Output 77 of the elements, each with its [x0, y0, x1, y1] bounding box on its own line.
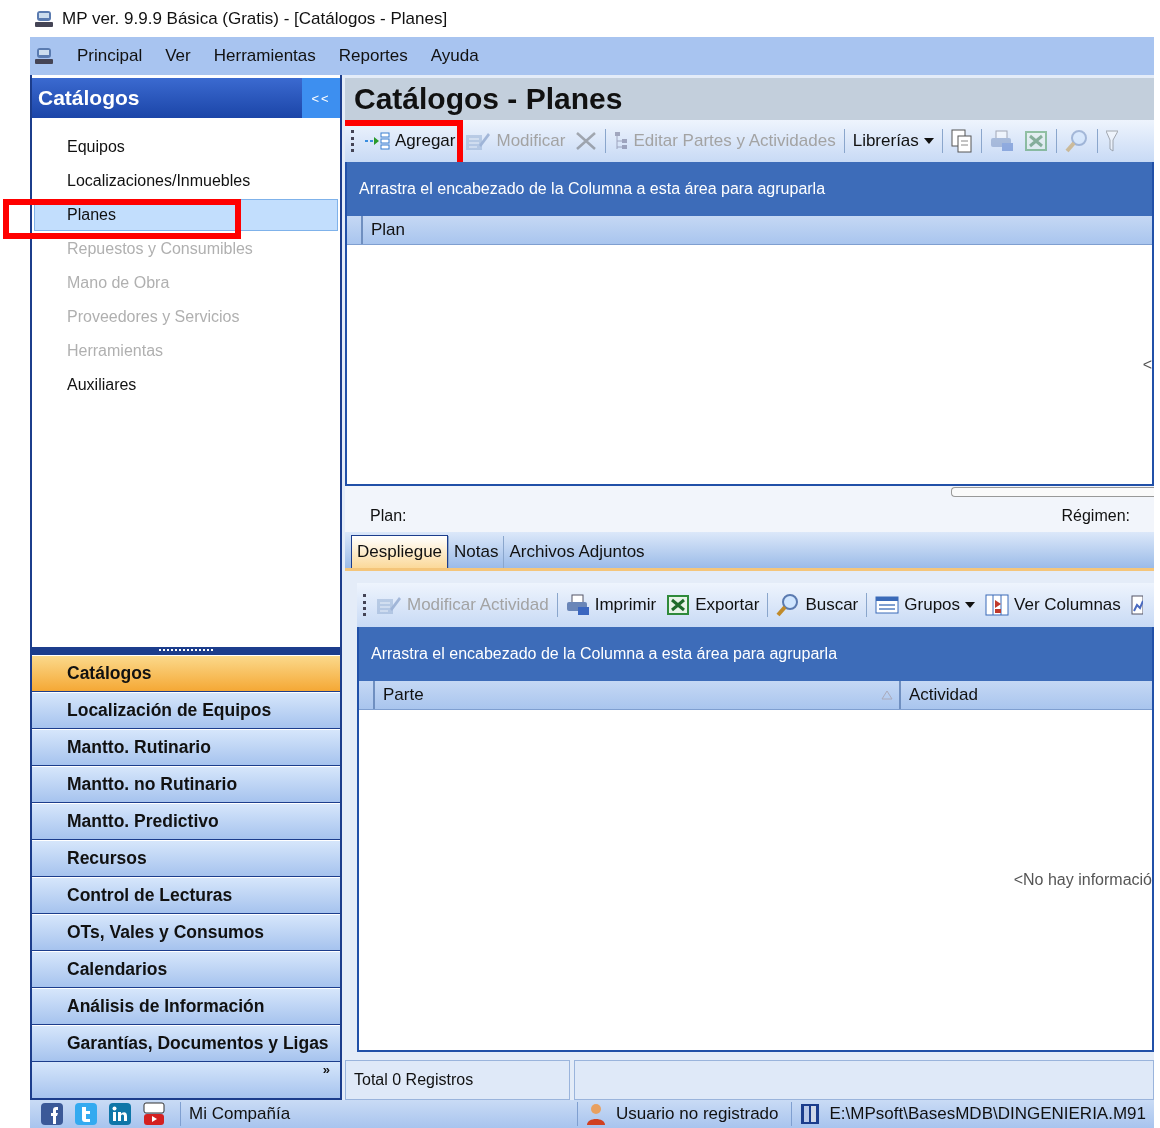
youtube-icon[interactable] [142, 1102, 166, 1126]
group-panel-hint: Arrastra el encabezado de la Columna a esta área para agruparla [347, 162, 1152, 216]
field-label: Plan: [370, 507, 407, 525]
sidebar-item[interactable]: Equipos [32, 130, 340, 164]
nav-button[interactable]: Control de Lecturas [32, 877, 340, 914]
nav-button[interactable]: Garantías, Documentos y Ligas [32, 1025, 340, 1062]
toolbar-button[interactable]: Buscar [774, 591, 861, 619]
toolbar-button[interactable]: Agregar [362, 129, 458, 153]
monitor-icon [34, 9, 54, 28]
edit-icon [465, 131, 492, 151]
twitter-icon[interactable] [74, 1102, 98, 1126]
nav-button[interactable]: OTs, Vales y Consumos [32, 914, 340, 951]
toolbar-grip [363, 594, 368, 616]
tab[interactable]: Archivos Adjuntos [503, 536, 650, 568]
nav-button[interactable]: Catálogos [32, 655, 340, 692]
menu-item[interactable]: Ayuda [430, 44, 479, 68]
toolbar-button[interactable]: Exportar [664, 592, 762, 618]
database-path: E:\MPsoft\BasesMDB\DINGENIERIA.M91 [829, 1104, 1146, 1124]
window-title: MP ver. 9.9.9 Básica (Gratis) - [Catálogos - Planes] [62, 8, 448, 29]
record-count: Total 0 Registros [345, 1060, 570, 1100]
column-header[interactable]: Actividad [899, 681, 978, 709]
column-header[interactable]: Plan [361, 216, 406, 244]
facebook-icon[interactable] [40, 1102, 64, 1126]
toolbar-grip [351, 130, 356, 152]
tree-icon [614, 131, 629, 151]
page-title: Catálogos - Planes [345, 78, 1154, 120]
sidebar-item[interactable]: Localizaciones/Inmuebles [32, 164, 340, 198]
tab[interactable]: Notas [448, 536, 504, 568]
nav-button[interactable]: Análisis de Información [32, 988, 340, 1025]
spreadsheet-icon [666, 594, 691, 616]
column-header[interactable]: Parte [373, 681, 899, 709]
user-status: Usuario no registrado [616, 1104, 779, 1124]
nav-button[interactable]: Calendarios [32, 951, 340, 988]
tab[interactable]: Despliegue [351, 535, 449, 568]
company-name: Mi Compañía [180, 1102, 573, 1126]
search-icon [1064, 129, 1089, 153]
chart-icon [1130, 593, 1143, 617]
add-icon [364, 132, 390, 150]
panel-title: Catálogos [37, 85, 141, 111]
spreadsheet-icon [1023, 130, 1048, 152]
monitor-icon [34, 47, 54, 65]
search-icon [776, 593, 801, 617]
menu-item[interactable]: Ver [165, 44, 191, 68]
nav-button[interactable]: Mantto. no Rutinario [32, 766, 340, 803]
scrollbar[interactable] [951, 487, 1154, 497]
printer-icon [989, 130, 1014, 152]
caret-icon [965, 602, 976, 608]
table-icon [875, 595, 900, 615]
caret-icon [923, 138, 934, 144]
splitter[interactable] [32, 647, 340, 655]
columns-icon [985, 594, 1010, 616]
copy-icon [950, 129, 973, 153]
more-button[interactable]: » [322, 1062, 330, 1098]
filter-icon [1105, 129, 1118, 153]
nav-button[interactable]: Recursos [32, 840, 340, 877]
sidebar-item[interactable]: Auxiliares [32, 368, 340, 402]
edit-icon [376, 595, 402, 615]
toolbar-button[interactable]: Ver Columnas [983, 592, 1123, 618]
linkedin-icon[interactable] [108, 1102, 132, 1126]
empty-message: < [1142, 355, 1152, 374]
nav-button[interactable]: Mantto. Rutinario [32, 729, 340, 766]
user-icon [586, 1103, 606, 1125]
empty-message: <No hay informació [1013, 871, 1152, 889]
close-icon [575, 131, 598, 151]
book-icon [799, 1103, 820, 1125]
field-label: Régimen: [1061, 507, 1130, 525]
menu-item[interactable]: Principal [77, 44, 143, 68]
toolbar-icon-button[interactable] [948, 127, 975, 155]
toolbar-button[interactable]: Grupos [873, 593, 978, 617]
toolbar-button[interactable]: Imprimir [563, 592, 659, 618]
nav-button[interactable]: Localización de Equipos [32, 692, 340, 729]
menu-item[interactable]: Herramientas [213, 44, 316, 68]
toolbar-button[interactable]: Librerías [850, 129, 936, 153]
printer-icon [565, 594, 590, 616]
nav-button[interactable]: Mantto. Predictivo [32, 803, 340, 840]
group-panel-hint: Arrastra el encabezado de la Columna a esta área para agruparla [359, 627, 1152, 681]
menu-item[interactable]: Reportes [338, 44, 408, 68]
